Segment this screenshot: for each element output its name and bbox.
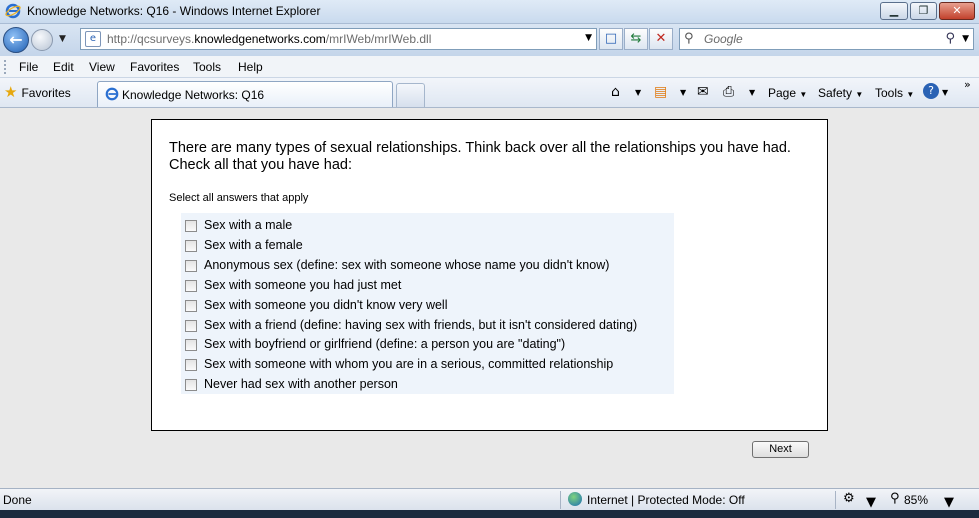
favorites-tab-bar: ★ Favorites Knowledge Networks: Q16 ⌂ ▼ ▤… [0, 78, 979, 108]
compat-icon: □ [604, 31, 618, 46]
status-text: Done [3, 493, 32, 507]
tab-knowledge-networks[interactable]: Knowledge Networks: Q16 [97, 81, 393, 107]
status-bar: Done Internet | Protected Mode: Off ⚙ ▼ … [0, 488, 979, 510]
safety-menu[interactable]: Safety ▼ [818, 86, 863, 100]
forward-button[interactable] [31, 29, 53, 51]
address-url[interactable]: http://qcsurveys.knowledgenetworks.com/m… [107, 32, 431, 46]
help-icon[interactable]: ? [923, 83, 939, 99]
taskbar [0, 510, 979, 518]
search-icon[interactable]: ⚲ [945, 31, 955, 46]
tools-menu[interactable]: Tools ▼ [875, 86, 914, 100]
page-content: There are many types of sexual relations… [0, 109, 979, 487]
search-options-dropdown-icon[interactable]: ▼ [962, 34, 969, 44]
address-dropdown-icon[interactable]: ▼ [585, 33, 592, 43]
new-tab-button[interactable] [396, 83, 425, 107]
zoom-icon[interactable]: ⚲ [890, 491, 900, 506]
title-bar: Knowledge Networks: Q16 - Windows Intern… [0, 0, 979, 24]
address-bar[interactable]: e http://qcsurveys.knowledgenetworks.com… [80, 28, 597, 50]
print-dropdown-icon[interactable]: ▼ [749, 88, 755, 97]
stop-icon: ✕ [655, 31, 667, 46]
favorites-button[interactable]: ★ Favorites [4, 83, 71, 103]
search-input-placeholder[interactable]: Google [704, 32, 743, 46]
checkbox[interactable] [185, 280, 197, 292]
feeds-icon[interactable]: ▤ [654, 84, 667, 100]
favorites-star-icon: ★ [4, 84, 18, 101]
checkbox[interactable] [185, 379, 197, 391]
popup-dropdown-icon[interactable]: ▼ [866, 495, 876, 510]
back-button[interactable]: ← [3, 27, 29, 53]
question-text: There are many types of sexual relations… [169, 140, 791, 173]
checkbox[interactable] [185, 339, 197, 351]
instruction-text: Select all answers that apply [169, 192, 309, 204]
toolbar-grip [4, 60, 8, 74]
favorites-label: Favorites [21, 86, 71, 100]
back-arrow-icon: ← [9, 30, 23, 49]
menu-favorites[interactable]: Favorites [130, 60, 179, 74]
print-icon[interactable]: ⎙ [723, 84, 734, 100]
help-dropdown-icon[interactable]: ▼ [942, 88, 948, 97]
tab-label: Knowledge Networks: Q16 [122, 88, 265, 102]
menu-bar: File Edit View Favorites Tools Help [0, 56, 979, 78]
checkbox[interactable] [185, 359, 197, 371]
address-toolbar: ← ▼ e http://qcsurveys.knowledgenetworks… [0, 24, 979, 56]
ie-page-icon [105, 87, 119, 101]
next-button[interactable]: Next [752, 441, 809, 458]
checkbox[interactable] [185, 260, 197, 272]
checkbox[interactable] [185, 240, 197, 252]
ie-logo-icon [5, 3, 21, 19]
checkbox[interactable] [185, 320, 197, 332]
internet-zone-icon [568, 492, 582, 506]
security-zone-text[interactable]: Internet | Protected Mode: Off [587, 493, 745, 507]
menu-help[interactable]: Help [238, 60, 263, 74]
popup-blocker-icon[interactable]: ⚙ [843, 491, 855, 506]
search-provider-icon: ⚲ [684, 31, 694, 46]
status-divider [835, 491, 836, 509]
page-menu[interactable]: Page ▼ [768, 86, 807, 100]
checkbox[interactable] [185, 300, 197, 312]
survey-panel: There are many types of sexual relations… [151, 119, 828, 431]
menu-view[interactable]: View [89, 60, 115, 74]
feeds-dropdown-icon[interactable]: ▼ [680, 88, 686, 97]
home-icon[interactable]: ⌂ [611, 84, 620, 100]
answer-list: Sex with a male Sex with a female Anonym… [181, 213, 674, 394]
checkbox[interactable] [185, 220, 197, 232]
status-divider [560, 491, 561, 509]
close-button[interactable]: ✕ [939, 2, 975, 20]
zoom-level[interactable]: 85% [904, 493, 928, 507]
menu-tools[interactable]: Tools [193, 60, 221, 74]
menu-file[interactable]: File [19, 60, 38, 74]
home-dropdown-icon[interactable]: ▼ [635, 88, 641, 97]
search-box[interactable]: ⚲ Google ⚲ ▼ [679, 28, 974, 50]
read-mail-icon[interactable]: ✉ [697, 84, 709, 100]
refresh-button[interactable]: ⇆ [624, 28, 648, 50]
page-icon: e [85, 31, 101, 47]
recent-pages-dropdown-icon[interactable]: ▼ [59, 34, 66, 44]
compatibility-view-button[interactable]: □ [599, 28, 623, 50]
window-title: Knowledge Networks: Q16 - Windows Intern… [27, 4, 321, 18]
minimize-button[interactable]: ▁ [880, 2, 908, 20]
stop-button[interactable]: ✕ [649, 28, 673, 50]
chevron-more-icon[interactable]: » [964, 78, 971, 91]
menu-edit[interactable]: Edit [53, 60, 74, 74]
refresh-icon: ⇆ [630, 31, 642, 46]
maximize-button[interactable]: ❐ [910, 2, 937, 20]
zoom-dropdown-icon[interactable]: ▼ [944, 495, 954, 510]
